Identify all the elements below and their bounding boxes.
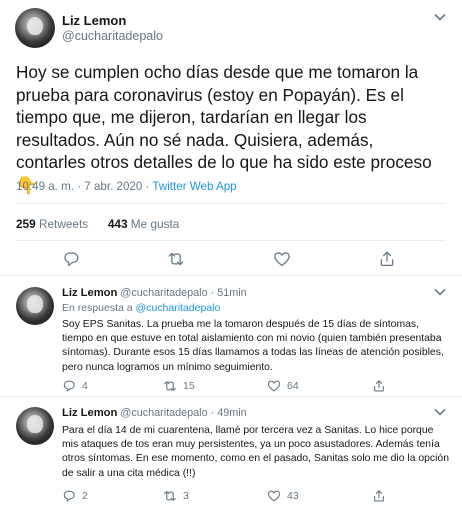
retweet-icon[interactable] [167, 250, 185, 273]
retweets-count[interactable]: 259 [16, 217, 36, 231]
author-name[interactable]: Liz Lemon [62, 407, 117, 419]
author-name[interactable]: Liz Lemon [62, 13, 126, 28]
reply-time[interactable]: · 49min [211, 407, 247, 419]
main-tweet: Liz Lemon @cucharitadepalo Hoy se cumple… [0, 0, 462, 276]
author-name[interactable]: Liz Lemon [62, 287, 117, 299]
retweet-button[interactable]: 3 [163, 489, 189, 503]
reply-tweet[interactable]: Liz Lemon @cucharitadepalo · 51min En re… [0, 278, 462, 397]
divider [16, 240, 446, 241]
share-button[interactable] [372, 489, 386, 503]
reply-button[interactable]: 4 [62, 379, 88, 393]
share-button[interactable] [372, 379, 386, 393]
reply-count: 4 [82, 380, 88, 392]
like-button[interactable]: 64 [267, 379, 299, 393]
like-count: 43 [287, 490, 299, 502]
reply-icon[interactable] [62, 250, 80, 273]
avatar[interactable] [16, 407, 54, 445]
like-icon[interactable] [267, 379, 281, 393]
avatar[interactable] [16, 287, 54, 325]
share-icon[interactable] [372, 379, 386, 393]
reply-button[interactable]: 2 [62, 489, 88, 503]
reply-header: Liz Lemon @cucharitadepalo · 51min [62, 287, 247, 299]
chevron-down-icon[interactable] [434, 407, 446, 419]
author-handle[interactable]: @cucharitadepalo [120, 407, 207, 419]
reply-actions: 4 15 64 [62, 379, 422, 393]
in-reply-prefix: En respuesta a [62, 302, 136, 314]
retweet-count: 15 [183, 380, 195, 392]
chevron-down-icon[interactable] [434, 287, 446, 299]
retweet-count: 3 [183, 490, 189, 502]
retweet-button[interactable]: 15 [163, 379, 195, 393]
likes-count[interactable]: 443 [108, 217, 128, 231]
chevron-down-icon[interactable] [434, 12, 446, 24]
avatar[interactable] [15, 8, 55, 48]
reply-text: Soy EPS Sanitas. La prueba me la tomaron… [62, 319, 444, 373]
reply-text: Para el día 14 de mi cuarentena, llamé p… [62, 425, 449, 479]
reply-tweet[interactable]: Liz Lemon @cucharitadepalo · 49min Para … [0, 398, 462, 514]
author-handle[interactable]: @cucharitadepalo [120, 287, 207, 299]
reply-icon[interactable] [62, 379, 76, 393]
author-handle[interactable]: @cucharitadepalo [62, 29, 163, 43]
reply-count: 2 [82, 490, 88, 502]
like-icon[interactable] [267, 489, 281, 503]
share-icon[interactable] [378, 250, 396, 273]
in-reply-to: En respuesta a @cucharitadepalo [62, 302, 220, 314]
like-icon[interactable] [273, 250, 291, 273]
likes-label[interactable]: Me gusta [131, 217, 180, 231]
reply-time[interactable]: · 51min [211, 287, 247, 299]
reply-icon[interactable] [62, 489, 76, 503]
tweet-body: Hoy se cumplen ocho días desde que me to… [16, 62, 432, 173]
tweet-stats: 259 Retweets 443 Me gusta [16, 217, 179, 231]
retweets-label[interactable]: Retweets [39, 217, 88, 231]
like-button[interactable]: 43 [267, 489, 299, 503]
tweet-actions [0, 250, 462, 268]
divider [16, 203, 446, 204]
reply-header: Liz Lemon @cucharitadepalo · 49min [62, 407, 247, 419]
share-icon[interactable] [372, 489, 386, 503]
mention-link[interactable]: @cucharitadepalo [136, 302, 221, 314]
timestamp-text[interactable]: 10:49 a. m. · 7 abr. 2020 · [16, 180, 152, 193]
retweet-icon[interactable] [163, 379, 177, 393]
source-link[interactable]: Twitter Web App [152, 180, 236, 193]
tweet-text: Hoy se cumplen ocho días desde que me to… [16, 61, 446, 198]
reply-actions: 2 3 43 [62, 489, 422, 503]
retweet-icon[interactable] [163, 489, 177, 503]
like-count: 64 [287, 380, 299, 392]
tweet-timestamp: 10:49 a. m. · 7 abr. 2020 · Twitter Web … [16, 180, 237, 193]
